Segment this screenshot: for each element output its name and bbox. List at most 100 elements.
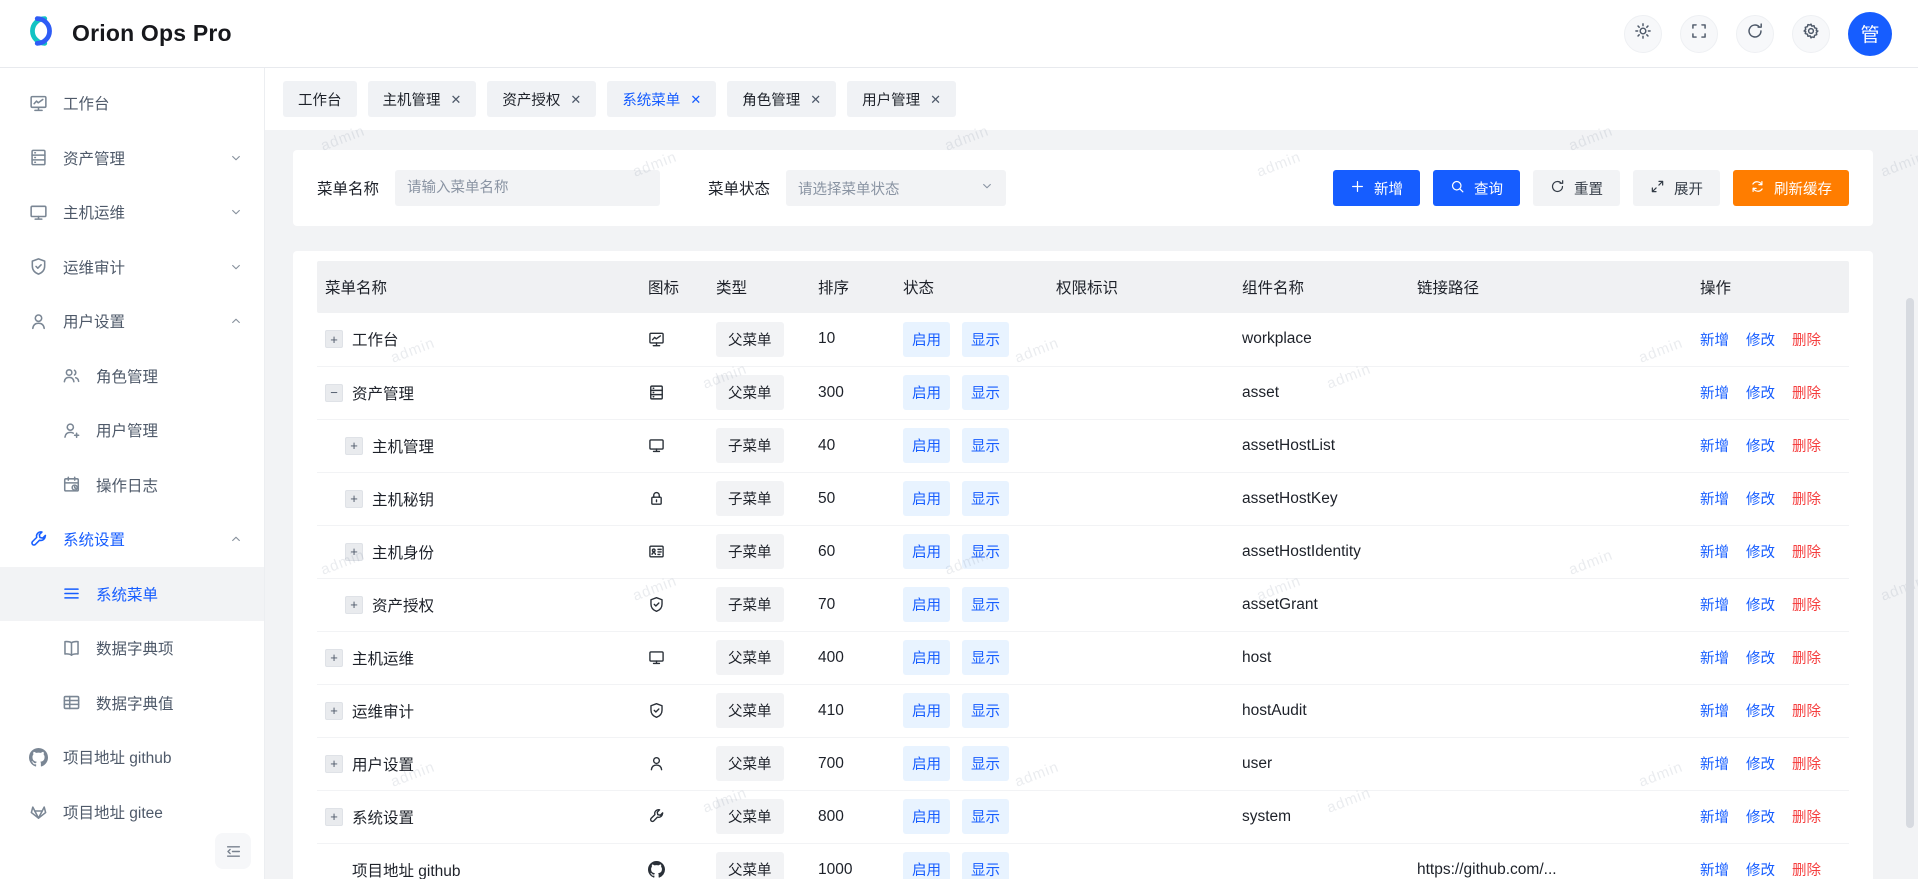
op-edit-link[interactable]: 修改 xyxy=(1746,333,1775,349)
sidebar-collapse-button[interactable] xyxy=(215,833,251,869)
sidebar-item-工作台[interactable]: 工作台 xyxy=(0,76,264,131)
op-edit-link[interactable]: 修改 xyxy=(1746,651,1775,667)
search-button[interactable]: 查询 xyxy=(1433,170,1520,206)
close-icon[interactable]: ✕ xyxy=(810,93,821,106)
op-delete-link[interactable]: 删除 xyxy=(1792,492,1821,508)
row-expander-button[interactable]: + xyxy=(325,702,343,720)
wrench-icon xyxy=(29,529,49,549)
close-icon[interactable]: ✕ xyxy=(690,93,701,106)
close-icon[interactable]: ✕ xyxy=(930,93,941,106)
menu-status-select[interactable]: 请选择菜单状态 xyxy=(786,170,1006,206)
op-delete-link[interactable]: 删除 xyxy=(1792,757,1821,773)
table-row: +主机身份子菜单60启用显示assetHostIdentity新增修改删除 xyxy=(317,525,1849,578)
tab-角色管理[interactable]: 角色管理✕ xyxy=(727,81,836,117)
op-delete-link[interactable]: 删除 xyxy=(1792,439,1821,455)
row-expander-button[interactable]: + xyxy=(325,649,343,667)
sidebar-item-数据字典项[interactable]: 数据字典项 xyxy=(0,621,264,676)
op-delete-link[interactable]: 删除 xyxy=(1792,651,1821,667)
menu-name-input[interactable] xyxy=(395,170,660,206)
theme-toggle-button[interactable] xyxy=(1624,15,1662,53)
op-add-link[interactable]: 新增 xyxy=(1700,598,1729,614)
menu-name: 资产管理 xyxy=(352,382,414,404)
tab-工作台[interactable]: 工作台 xyxy=(283,81,357,117)
sidebar-item-角色管理[interactable]: 角色管理 xyxy=(0,349,264,404)
tab-用户管理[interactable]: 用户管理✕ xyxy=(847,81,956,117)
reset-button[interactable]: 重置 xyxy=(1533,170,1620,206)
op-delete-link[interactable]: 删除 xyxy=(1792,704,1821,720)
sidebar-item-用户管理[interactable]: 用户管理 xyxy=(0,403,264,458)
op-delete-link[interactable]: 删除 xyxy=(1792,386,1821,402)
table-row: +资产授权子菜单70启用显示assetGrant新增修改删除 xyxy=(317,578,1849,631)
sidebar-item-操作日志[interactable]: 操作日志 xyxy=(0,458,264,513)
row-expander-button[interactable]: + xyxy=(325,808,343,826)
menu-name: 项目地址 github xyxy=(352,859,461,879)
sidebar-item-资产管理[interactable]: 资产管理 xyxy=(0,131,264,186)
settings-button[interactable] xyxy=(1792,15,1830,53)
column-header-图标: 图标 xyxy=(648,261,716,313)
op-edit-link[interactable]: 修改 xyxy=(1746,810,1775,826)
menu-order: 300 xyxy=(818,366,903,419)
sidebar-item-系统菜单[interactable]: 系统菜单 xyxy=(0,567,264,622)
op-edit-link[interactable]: 修改 xyxy=(1746,492,1775,508)
op-add-link[interactable]: 新增 xyxy=(1700,651,1729,667)
close-icon[interactable]: ✕ xyxy=(451,93,462,106)
row-expander-button[interactable]: + xyxy=(345,543,363,561)
table-row: +主机运维父菜单400启用显示host新增修改删除 xyxy=(317,631,1849,684)
sidebar-item-数据字典值[interactable]: 数据字典值 xyxy=(0,676,264,731)
row-expander-button[interactable]: + xyxy=(325,755,343,773)
shield-check-icon xyxy=(648,702,716,719)
op-add-link[interactable]: 新增 xyxy=(1700,439,1729,455)
tab-资产授权[interactable]: 资产授权✕ xyxy=(487,81,596,117)
book-icon xyxy=(62,638,82,658)
op-add-link[interactable]: 新增 xyxy=(1700,757,1729,773)
op-edit-link[interactable]: 修改 xyxy=(1746,439,1775,455)
op-delete-link[interactable]: 删除 xyxy=(1792,333,1821,349)
column-header-状态: 状态 xyxy=(903,261,1056,313)
user-icon xyxy=(29,311,49,331)
op-add-link[interactable]: 新增 xyxy=(1700,386,1729,402)
op-edit-link[interactable]: 修改 xyxy=(1746,386,1775,402)
op-add-link[interactable]: 新增 xyxy=(1700,810,1729,826)
row-expander-button[interactable]: + xyxy=(345,596,363,614)
sidebar-item-用户设置[interactable]: 用户设置 xyxy=(0,294,264,349)
op-delete-link[interactable]: 删除 xyxy=(1792,598,1821,614)
menu-type-tag: 父菜单 xyxy=(716,799,784,834)
menu-permission xyxy=(1056,578,1242,631)
add-button[interactable]: 新增 xyxy=(1333,170,1420,206)
op-add-link[interactable]: 新增 xyxy=(1700,545,1729,561)
sidebar-item-运维审计[interactable]: 运维审计 xyxy=(0,240,264,295)
op-edit-link[interactable]: 修改 xyxy=(1746,598,1775,614)
row-expander-button[interactable]: − xyxy=(325,384,343,402)
op-delete-link[interactable]: 删除 xyxy=(1792,810,1821,826)
sidebar-item-主机运维[interactable]: 主机运维 xyxy=(0,185,264,240)
user-icon xyxy=(648,755,716,772)
row-expander-button[interactable]: + xyxy=(345,437,363,455)
row-expander-button[interactable]: + xyxy=(325,330,343,348)
op-add-link[interactable]: 新增 xyxy=(1700,863,1729,879)
user-avatar[interactable]: 管 xyxy=(1848,12,1892,56)
op-delete-link[interactable]: 删除 xyxy=(1792,545,1821,561)
op-edit-link[interactable]: 修改 xyxy=(1746,545,1775,561)
sidebar-item-系统设置[interactable]: 系统设置 xyxy=(0,512,264,567)
tab-系统菜单[interactable]: 系统菜单✕ xyxy=(607,81,716,117)
op-edit-link[interactable]: 修改 xyxy=(1746,863,1775,879)
op-add-link[interactable]: 新增 xyxy=(1700,492,1729,508)
close-icon[interactable]: ✕ xyxy=(570,93,581,106)
sidebar-item-项目地址 github[interactable]: 项目地址 github xyxy=(0,730,264,785)
fullscreen-button[interactable] xyxy=(1680,15,1718,53)
page-scrollbar[interactable] xyxy=(1906,298,1914,828)
refresh-button[interactable] xyxy=(1736,15,1774,53)
op-add-link[interactable]: 新增 xyxy=(1700,704,1729,720)
op-edit-link[interactable]: 修改 xyxy=(1746,704,1775,720)
row-expander-button[interactable]: + xyxy=(345,490,363,508)
refresh-cache-button[interactable]: 刷新缓存 xyxy=(1733,170,1849,206)
monitor-chart-icon xyxy=(29,93,49,113)
tab-主机管理[interactable]: 主机管理✕ xyxy=(368,81,477,117)
op-delete-link[interactable]: 删除 xyxy=(1792,863,1821,879)
op-add-link[interactable]: 新增 xyxy=(1700,333,1729,349)
op-edit-link[interactable]: 修改 xyxy=(1746,757,1775,773)
sidebar-item-项目地址 gitee[interactable]: 项目地址 gitee xyxy=(0,785,264,840)
menu-type-tag: 父菜单 xyxy=(716,693,784,728)
menu-type-tag: 父菜单 xyxy=(716,746,784,781)
expand-button[interactable]: 展开 xyxy=(1633,170,1720,206)
